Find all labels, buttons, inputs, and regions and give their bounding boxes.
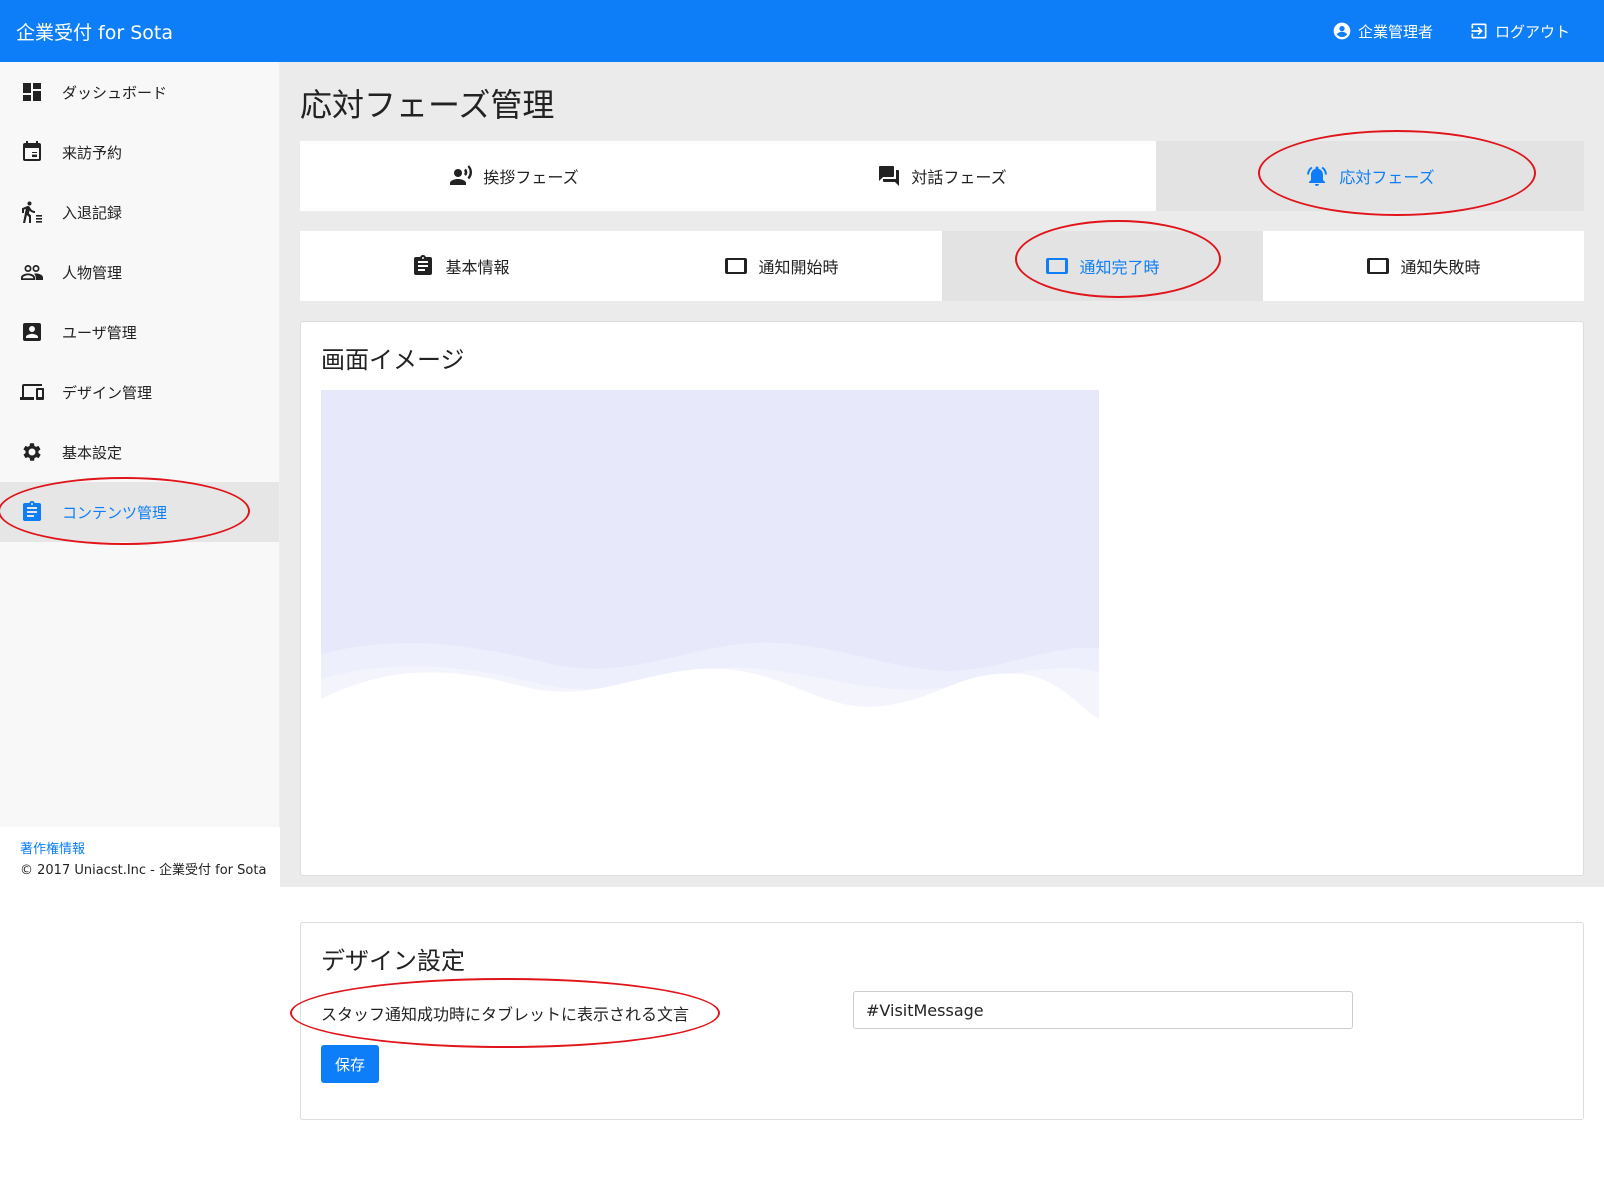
sidebar-item-reservations[interactable]: 来訪予約 [0, 122, 279, 182]
sidebar-footer: 著作権情報 © 2017 Uniacst.Inc - 企業受付 for Sota [0, 827, 280, 886]
sidebar-item-label: ユーザ管理 [62, 323, 137, 342]
sidebar-item-label: コンテンツ管理 [62, 503, 168, 522]
sidebar: ダッシュボード 来訪予約 入退記録 人物管理 ユーザ管理 デザイン管理 基本設定… [0, 62, 280, 886]
tab-label: 応対フェーズ [1339, 168, 1435, 187]
save-button[interactable]: 保存 [321, 1045, 379, 1083]
dashboard-icon [23, 83, 41, 101]
logout-label: ログアウト [1494, 22, 1570, 41]
clipboard-icon [23, 501, 41, 521]
account-circle-icon [1333, 22, 1351, 40]
account-box-icon [23, 323, 41, 341]
tab-greeting-phase[interactable]: 挨拶フェーズ [300, 141, 728, 211]
tab-response-phase[interactable]: 応対フェーズ [1156, 141, 1584, 211]
visit-message-input[interactable] [853, 991, 1353, 1029]
tab-basic-info[interactable]: 基本情報 [300, 231, 621, 301]
tab-notify-failure[interactable]: 通知失敗時 [1263, 231, 1584, 301]
tab-dialogue-phase[interactable]: 対話フェーズ [728, 141, 1156, 211]
app-header: 企業受付 for Sota 企業管理者 ログアウト [0, 0, 1604, 62]
sidebar-item-people[interactable]: 人物管理 [0, 242, 279, 302]
preview-card: 画面イメージ [300, 321, 1584, 876]
logout-icon [1471, 23, 1487, 39]
tablet-icon [725, 258, 748, 274]
wave-decoration [321, 642, 1099, 794]
screen-preview-image [321, 390, 1099, 794]
logout-link[interactable]: ログアウト [1469, 21, 1570, 42]
design-settings-card: デザイン設定 スタッフ通知成功時にタブレットに表示される文言 保存 [300, 922, 1584, 1120]
tab-notify-complete[interactable]: 通知完了時 [942, 231, 1263, 301]
sidebar-item-contents[interactable]: コンテンツ管理 [0, 482, 279, 542]
tablet-icon [1367, 258, 1390, 274]
sidebar-item-label: デザイン管理 [62, 383, 153, 402]
tab-label: 通知完了時 [1079, 258, 1160, 277]
copyright-text: © 2017 Uniacst.Inc - 企業受付 for Sota [20, 863, 267, 878]
page-title: 応対フェーズ管理 [300, 86, 555, 124]
tab-label: 通知開始時 [758, 258, 839, 277]
sidebar-item-users[interactable]: ユーザ管理 [0, 302, 279, 362]
tab-label: 対話フェーズ [911, 168, 1007, 187]
tab-label: 挨拶フェーズ [483, 168, 579, 187]
tab-label: 基本情報 [445, 258, 510, 277]
sidebar-item-label: 入退記録 [62, 203, 123, 222]
clipboard-icon [414, 255, 433, 275]
phase-tabs: 挨拶フェーズ 対話フェーズ 応対フェーズ [300, 141, 1584, 211]
walk-icon [22, 201, 42, 223]
sidebar-item-entry-records[interactable]: 入退記録 [0, 182, 279, 242]
sidebar-item-design[interactable]: デザイン管理 [0, 362, 279, 422]
notification-tabs: 基本情報 通知開始時 通知完了時 通知失敗時 [300, 231, 1584, 301]
sidebar-item-label: 来訪予約 [62, 143, 123, 162]
sidebar-item-dashboard[interactable]: ダッシュボード [0, 62, 279, 122]
calendar-icon [23, 141, 41, 161]
copyright-link[interactable]: 著作権情報 [20, 839, 280, 860]
bell-icon [1307, 166, 1328, 186]
gear-icon [23, 443, 41, 461]
voice-icon [450, 165, 473, 185]
people-icon [21, 265, 43, 280]
chat-icon [879, 166, 900, 186]
sidebar-item-label: ダッシュボード [62, 83, 168, 102]
sidebar-item-label: 基本設定 [62, 443, 123, 462]
visit-message-label: スタッフ通知成功時にタブレットに表示される文言 [321, 1005, 690, 1024]
sidebar-item-label: 人物管理 [62, 263, 123, 282]
app-brand[interactable]: 企業受付 for Sota [16, 18, 173, 45]
tab-notify-start[interactable]: 通知開始時 [621, 231, 942, 301]
tablet-icon [1046, 258, 1069, 274]
user-menu[interactable]: 企業管理者 [1332, 21, 1433, 42]
sidebar-item-settings[interactable]: 基本設定 [0, 422, 279, 482]
preview-card-title: 画面イメージ [321, 346, 465, 374]
design-card-title: デザイン設定 [321, 947, 465, 975]
header-actions: 企業管理者 ログアウト [1332, 21, 1570, 42]
tab-label: 通知失敗時 [1400, 258, 1481, 277]
devices-icon [20, 384, 44, 400]
user-label: 企業管理者 [1357, 22, 1433, 41]
main-content: 応対フェーズ管理 挨拶フェーズ 対話フェーズ 応対フェーズ 基本情報 通知開始時… [280, 62, 1604, 887]
